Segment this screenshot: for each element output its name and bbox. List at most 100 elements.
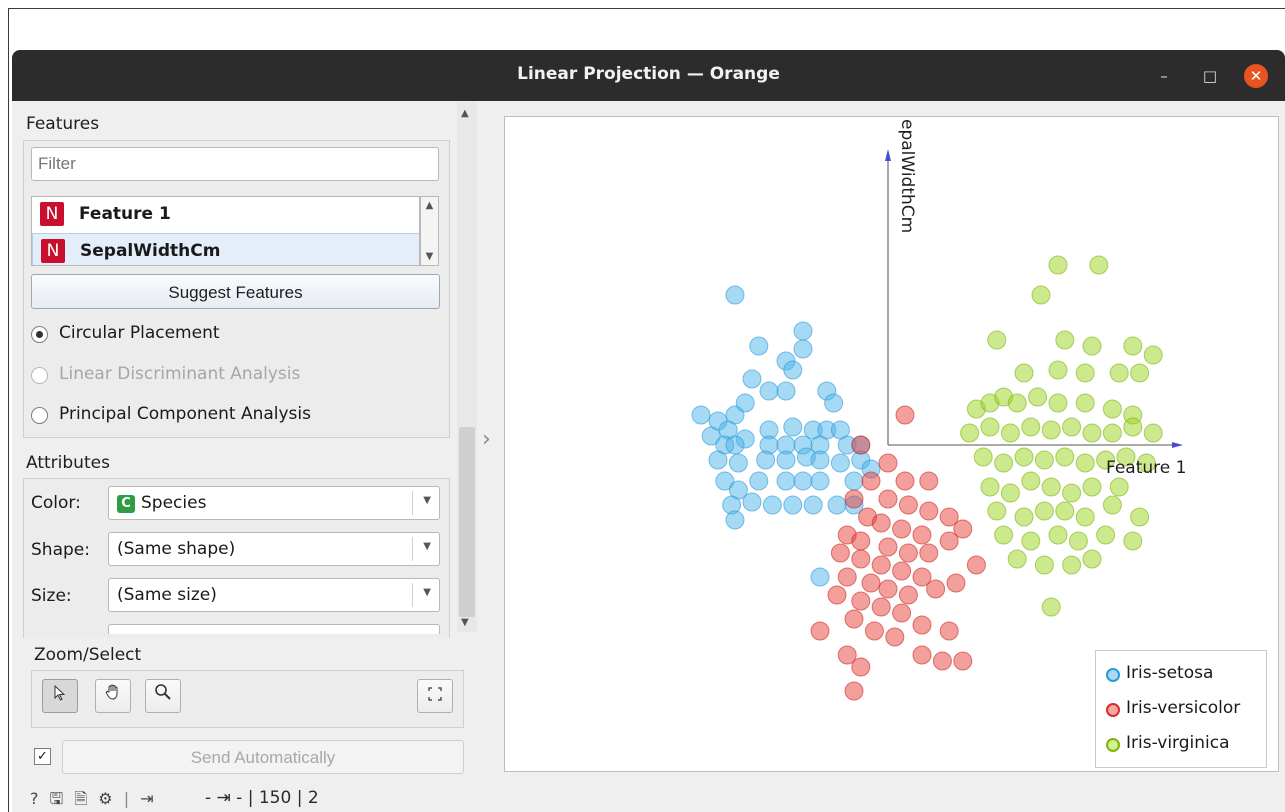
data-point-setosa[interactable] xyxy=(756,450,776,470)
zoom-icon[interactable] xyxy=(145,679,181,713)
pan-hand-icon[interactable] xyxy=(95,679,131,713)
data-point-virginica[interactable] xyxy=(1082,477,1102,497)
data-point-setosa[interactable] xyxy=(793,339,813,359)
data-point-versicolor[interactable] xyxy=(912,615,932,635)
close-icon[interactable]: ✕ xyxy=(1244,64,1268,88)
data-point-virginica[interactable] xyxy=(1082,336,1102,356)
data-point-setosa[interactable] xyxy=(759,381,779,401)
pointer-icon[interactable] xyxy=(42,679,78,713)
data-point-virginica[interactable] xyxy=(980,477,1000,497)
send-automatically-button[interactable]: Send Automatically xyxy=(62,740,464,774)
data-point-setosa[interactable] xyxy=(742,492,762,512)
data-point-setosa[interactable] xyxy=(742,369,762,389)
data-point-virginica[interactable] xyxy=(1075,453,1095,473)
data-point-virginica[interactable] xyxy=(1055,447,1075,467)
report-icon[interactable]: 🗎 xyxy=(74,789,87,808)
data-point-virginica[interactable] xyxy=(1143,345,1163,365)
data-point-virginica[interactable] xyxy=(1130,363,1150,383)
data-point-versicolor[interactable] xyxy=(861,573,881,593)
data-point-virginica[interactable] xyxy=(1048,525,1068,545)
data-point-virginica[interactable] xyxy=(960,423,980,443)
data-point-setosa[interactable] xyxy=(783,417,803,437)
label-select-partial[interactable] xyxy=(108,624,440,634)
data-point-virginica[interactable] xyxy=(1102,423,1122,443)
maximize-icon[interactable]: □ xyxy=(1198,64,1222,88)
data-point-virginica[interactable] xyxy=(1048,360,1068,380)
data-point-virginica[interactable] xyxy=(1143,423,1163,443)
data-point-versicolor[interactable] xyxy=(871,555,891,575)
data-point-versicolor[interactable] xyxy=(932,651,952,671)
data-point-versicolor[interactable] xyxy=(892,603,912,623)
filter-input[interactable] xyxy=(31,147,439,181)
data-point-versicolor[interactable] xyxy=(878,489,898,509)
scrollbar-thumb[interactable] xyxy=(459,427,475,617)
scroll-down-icon[interactable]: ▼ xyxy=(421,251,438,262)
feature-list-scrollbar[interactable]: ▲ ▼ xyxy=(420,196,439,266)
data-point-virginica[interactable] xyxy=(1000,483,1020,503)
send-automatically-checkbox[interactable]: ✓ xyxy=(34,748,51,765)
save-icon[interactable]: 🖫 xyxy=(50,789,64,808)
data-point-virginica[interactable] xyxy=(1041,420,1061,440)
data-point-virginica[interactable] xyxy=(1082,423,1102,443)
data-point-virginica[interactable] xyxy=(1028,387,1048,407)
data-point-virginica[interactable] xyxy=(1102,399,1122,419)
data-point-virginica[interactable] xyxy=(1096,525,1116,545)
data-point-setosa[interactable] xyxy=(776,450,796,470)
data-point-versicolor[interactable] xyxy=(953,519,973,539)
collapse-panel-icon[interactable]: › xyxy=(482,427,491,452)
data-point-virginica[interactable] xyxy=(1109,363,1129,383)
data-point-setosa[interactable] xyxy=(728,453,748,473)
data-point-versicolor[interactable] xyxy=(871,597,891,617)
data-point-virginica[interactable] xyxy=(1034,555,1054,575)
data-point-virginica[interactable] xyxy=(1007,549,1027,569)
data-point-virginica[interactable] xyxy=(1089,255,1109,275)
color-select[interactable]: C Species ▼ xyxy=(108,486,440,520)
data-point-versicolor[interactable] xyxy=(851,531,871,551)
data-point-virginica[interactable] xyxy=(1075,363,1095,383)
data-point-setosa[interactable] xyxy=(810,471,830,491)
data-point-versicolor[interactable] xyxy=(895,405,915,425)
data-point-versicolor[interactable] xyxy=(892,561,912,581)
data-point-setosa[interactable] xyxy=(725,435,745,455)
data-point-versicolor[interactable] xyxy=(830,543,850,563)
data-point-versicolor[interactable] xyxy=(861,471,881,491)
feature-item-sepalwidthcm[interactable]: N SepalWidthCm xyxy=(32,233,419,265)
data-point-virginica[interactable] xyxy=(1062,417,1082,437)
help-icon[interactable]: ? xyxy=(30,789,39,808)
data-point-virginica[interactable] xyxy=(1123,531,1143,551)
data-point-virginica[interactable] xyxy=(1034,501,1054,521)
data-point-virginica[interactable] xyxy=(1075,393,1095,413)
data-point-virginica[interactable] xyxy=(1075,507,1095,527)
data-point-virginica[interactable] xyxy=(987,330,1007,350)
data-point-versicolor[interactable] xyxy=(878,453,898,473)
data-point-virginica[interactable] xyxy=(1041,597,1061,617)
data-point-virginica[interactable] xyxy=(1130,507,1150,527)
data-point-versicolor[interactable] xyxy=(871,513,891,533)
data-point-virginica[interactable] xyxy=(1062,555,1082,575)
data-point-virginica[interactable] xyxy=(1014,363,1034,383)
data-point-virginica[interactable] xyxy=(1007,393,1027,413)
data-point-setosa[interactable] xyxy=(725,285,745,305)
data-point-versicolor[interactable] xyxy=(864,621,884,641)
data-point-virginica[interactable] xyxy=(1031,285,1051,305)
data-point-versicolor[interactable] xyxy=(912,525,932,545)
data-point-versicolor[interactable] xyxy=(895,471,915,491)
data-point-versicolor[interactable] xyxy=(898,585,918,605)
data-point-versicolor[interactable] xyxy=(912,645,932,665)
data-point-versicolor[interactable] xyxy=(892,519,912,539)
data-point-setosa[interactable] xyxy=(783,360,803,380)
data-point-versicolor[interactable] xyxy=(878,579,898,599)
feature-list[interactable]: N Feature 1 N SepalWidthCm xyxy=(31,196,420,266)
data-point-setosa[interactable] xyxy=(725,510,745,530)
radio-dot[interactable] xyxy=(31,326,48,343)
data-point-setosa[interactable] xyxy=(708,450,728,470)
data-point-versicolor[interactable] xyxy=(851,591,871,611)
data-point-virginica[interactable] xyxy=(1034,450,1054,470)
controls-scrollbar[interactable]: ▲ ▼ xyxy=(457,102,477,632)
data-point-versicolor[interactable] xyxy=(851,549,871,569)
data-point-setosa[interactable] xyxy=(783,495,803,515)
data-point-versicolor[interactable] xyxy=(919,501,939,521)
radio-dot[interactable] xyxy=(31,407,48,424)
data-point-virginica[interactable] xyxy=(1021,417,1041,437)
data-point-setosa[interactable] xyxy=(793,321,813,341)
